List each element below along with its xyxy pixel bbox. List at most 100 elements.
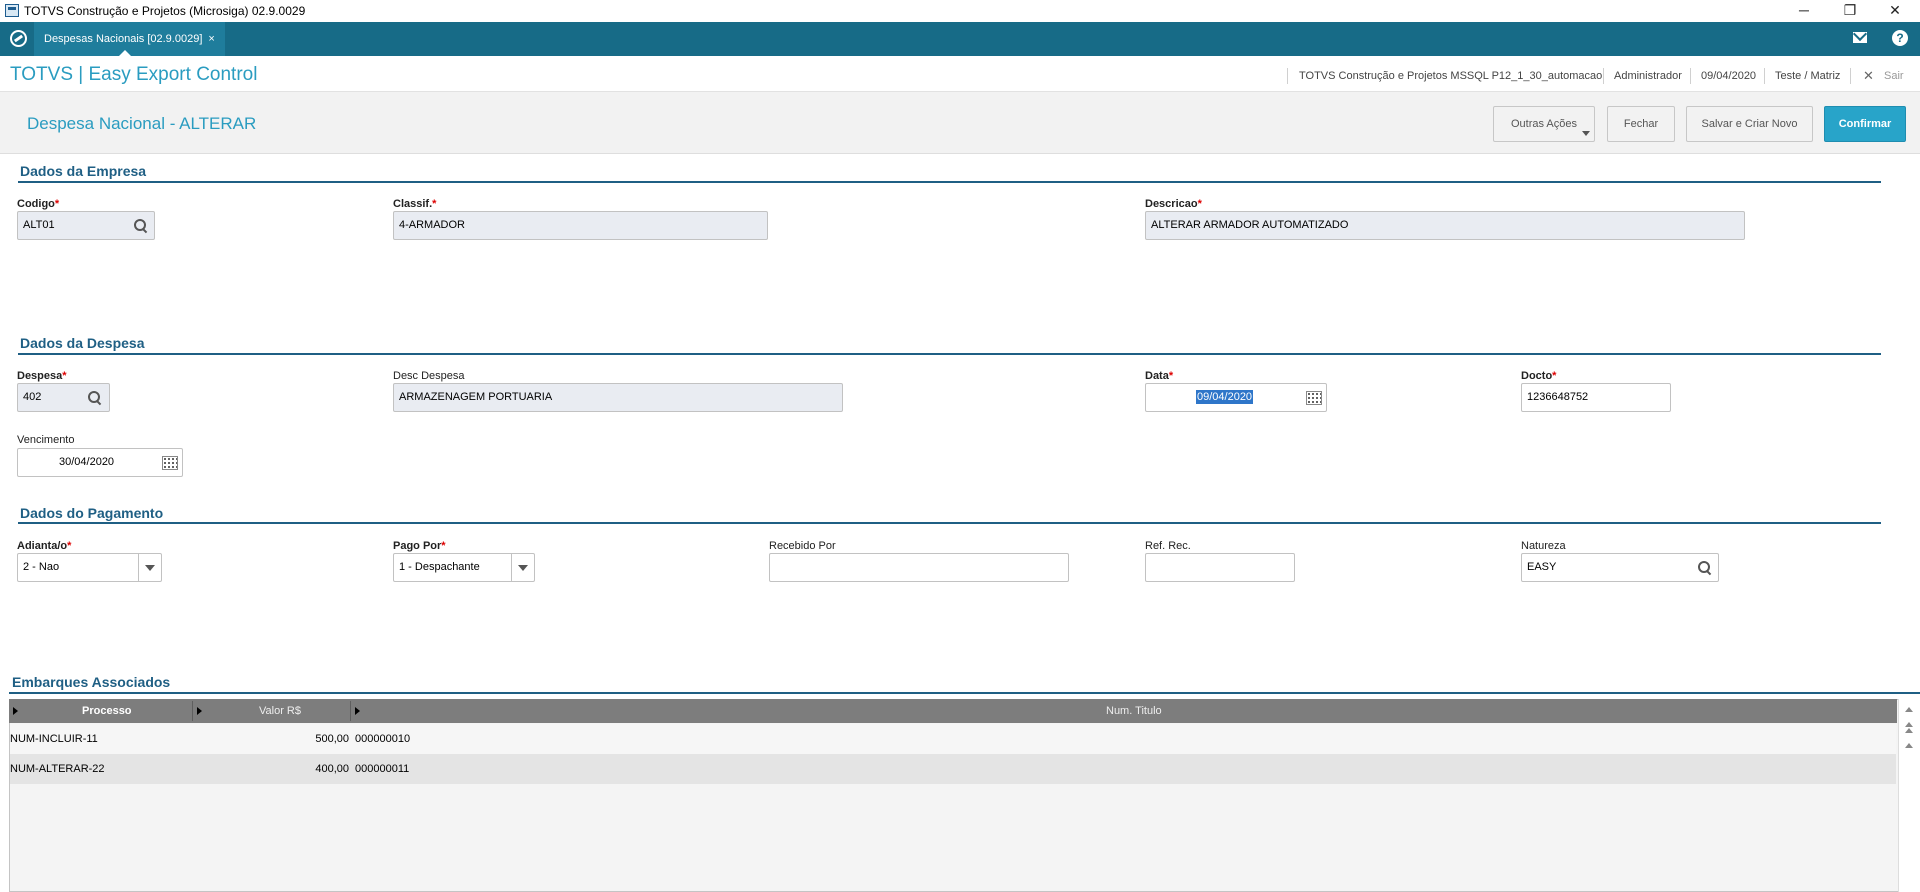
pago-por-label: Pago Por* — [393, 540, 446, 552]
natureza-label: Natureza — [1521, 540, 1566, 552]
close-tab-icon[interactable]: × — [208, 33, 214, 45]
close-button[interactable]: Fechar — [1607, 106, 1675, 142]
cell-processo: NUM-ALTERAR-22 — [10, 763, 105, 775]
calendar-icon[interactable] — [1306, 391, 1322, 405]
codigo-field[interactable]: ALT01 — [17, 211, 155, 240]
restore-icon[interactable]: ❐ — [1830, 0, 1870, 22]
select-divider — [511, 554, 512, 581]
minimize-icon[interactable]: ─ — [1784, 0, 1824, 22]
divider — [1287, 68, 1288, 84]
natureza-field[interactable]: EASY — [1521, 553, 1719, 582]
pago-por-select[interactable]: 1 - Despachante — [393, 553, 535, 582]
table-row[interactable]: NUM-ALTERAR-22 400,00 000000011 — [10, 754, 1896, 784]
ref-rec-field[interactable] — [1145, 553, 1295, 582]
scroll-up-icon[interactable] — [1905, 743, 1913, 748]
divider — [1603, 68, 1604, 84]
column-header-valor[interactable]: Valor R$ — [259, 699, 301, 723]
date-info: 09/04/2020 — [1701, 70, 1757, 82]
help-icon[interactable]: ? — [1892, 30, 1908, 46]
column-header-num-titulo[interactable]: Num. Titulo — [1106, 699, 1162, 723]
despesa-field[interactable]: 402 — [17, 383, 110, 412]
user-info: Administrador — [1614, 70, 1682, 82]
tab-label: Despesas Nacionais [02.9.0029] — [44, 33, 203, 45]
column-menu-icon[interactable] — [13, 707, 18, 715]
codigo-label: Codigo* — [17, 198, 60, 210]
app-brand: TOTVS | Easy Export Control — [10, 64, 258, 85]
section-title-despesa: Dados da Despesa — [20, 335, 145, 351]
cell-num-titulo: 000000010 — [355, 733, 411, 745]
window-titlebar: TOTVS Construção e Projetos (Microsiga) … — [0, 0, 1920, 22]
column-header-processo[interactable]: Processo — [82, 699, 132, 723]
divider — [1690, 68, 1691, 84]
descricao-field[interactable]: ALTERAR ARMADOR AUTOMATIZADO — [1145, 211, 1745, 240]
app-header: TOTVS | Easy Export Control TOTVS Constr… — [0, 56, 1920, 92]
scroll-page-up-icon[interactable] — [1905, 728, 1913, 733]
save-and-new-button[interactable]: Salvar e Criar Novo — [1686, 106, 1813, 142]
cell-num-titulo: 000000011 — [355, 763, 410, 775]
chevron-down-icon — [1582, 131, 1590, 136]
totvs-logo-icon[interactable] — [10, 30, 27, 47]
table-row[interactable]: NUM-INCLUIR-11 500,00 000000010 — [10, 724, 1896, 754]
page-title: Despesa Nacional - ALTERAR — [27, 114, 257, 133]
calendar-icon[interactable] — [162, 456, 178, 470]
mail-icon[interactable] — [1853, 32, 1867, 43]
app-icon — [5, 4, 19, 17]
vencimento-label: Vencimento — [17, 434, 75, 446]
page-header: Despesa Nacional - ALTERAR Outras Ações … — [0, 92, 1920, 154]
adiantamento-select[interactable]: 2 - Nao — [17, 553, 162, 582]
column-menu-icon[interactable] — [197, 707, 202, 715]
recebido-por-field[interactable] — [769, 553, 1069, 582]
scroll-top-icon[interactable] — [1905, 707, 1913, 712]
tab-bar: Despesas Nacionais [02.9.0029] × ? — [0, 22, 1920, 56]
classif-field[interactable]: 4-ARMADOR — [393, 211, 768, 240]
ref-rec-label: Ref. Rec. — [1145, 540, 1191, 552]
other-actions-button[interactable]: Outras Ações — [1493, 106, 1595, 142]
search-icon[interactable] — [1698, 561, 1712, 575]
despesa-value: 402 — [23, 391, 42, 403]
adiantamento-value: 2 - Nao — [23, 561, 60, 573]
adiantamento-label: Adianta/o* — [17, 540, 72, 552]
close-window-icon[interactable]: ✕ — [1875, 0, 1915, 22]
divider — [1764, 68, 1765, 84]
other-actions-label: Outras Ações — [1510, 118, 1578, 130]
divider — [1850, 68, 1851, 84]
desc-despesa-field[interactable]: ARMAZENAGEM PORTUARIA — [393, 383, 843, 412]
data-field[interactable]: 09/04/2020 — [1145, 383, 1327, 412]
confirm-button[interactable]: Confirmar — [1824, 106, 1906, 142]
window-title: TOTVS Construção e Projetos (Microsiga) … — [24, 4, 306, 18]
section-title-pagamento: Dados do Pagamento — [20, 505, 164, 521]
section-title-empresa: Dados da Empresa — [20, 163, 147, 179]
section-divider — [18, 522, 1881, 524]
classif-label: Classif.* — [393, 198, 437, 210]
cell-valor: 500,00 — [315, 733, 349, 745]
vencimento-field[interactable]: 30/04/2020 — [17, 448, 183, 477]
grid-scrollbar[interactable] — [1898, 699, 1918, 892]
section-divider — [9, 692, 1920, 694]
exit-link[interactable]: Sair — [1884, 70, 1904, 82]
column-divider[interactable] — [192, 701, 193, 721]
desc-despesa-label: Desc Despesa — [393, 370, 465, 382]
vencimento-value: 30/04/2020 — [59, 456, 115, 468]
descricao-label: Descricao* — [1145, 198, 1202, 210]
data-label: Data* — [1145, 370, 1174, 382]
environment-info: TOTVS Construção e Projetos MSSQL P12_1_… — [1299, 70, 1603, 82]
search-icon[interactable] — [134, 219, 148, 233]
grid-header: Processo Valor R$ Num. Titulo — [9, 699, 1897, 723]
chevron-down-icon[interactable] — [145, 565, 155, 571]
despesa-label: Despesa* — [17, 370, 67, 382]
scroll-page-up-icon[interactable] — [1905, 722, 1913, 727]
codigo-value: ALT01 — [23, 219, 55, 231]
cell-valor: 400,00 — [315, 763, 349, 775]
column-divider[interactable] — [350, 701, 351, 721]
docto-field[interactable]: 1236648752 — [1521, 383, 1671, 412]
section-title-embarques: Embarques Associados — [12, 674, 171, 690]
branch-info[interactable]: Teste / Matriz — [1775, 70, 1840, 82]
section-divider — [18, 181, 1881, 183]
column-menu-icon[interactable] — [355, 707, 360, 715]
docto-label: Docto* — [1521, 370, 1557, 382]
chevron-down-icon[interactable] — [518, 565, 528, 571]
natureza-value: EASY — [1527, 561, 1557, 573]
search-icon[interactable] — [88, 391, 102, 405]
exit-icon[interactable]: ✕ — [1863, 68, 1874, 84]
pago-por-value: 1 - Despachante — [399, 561, 480, 573]
